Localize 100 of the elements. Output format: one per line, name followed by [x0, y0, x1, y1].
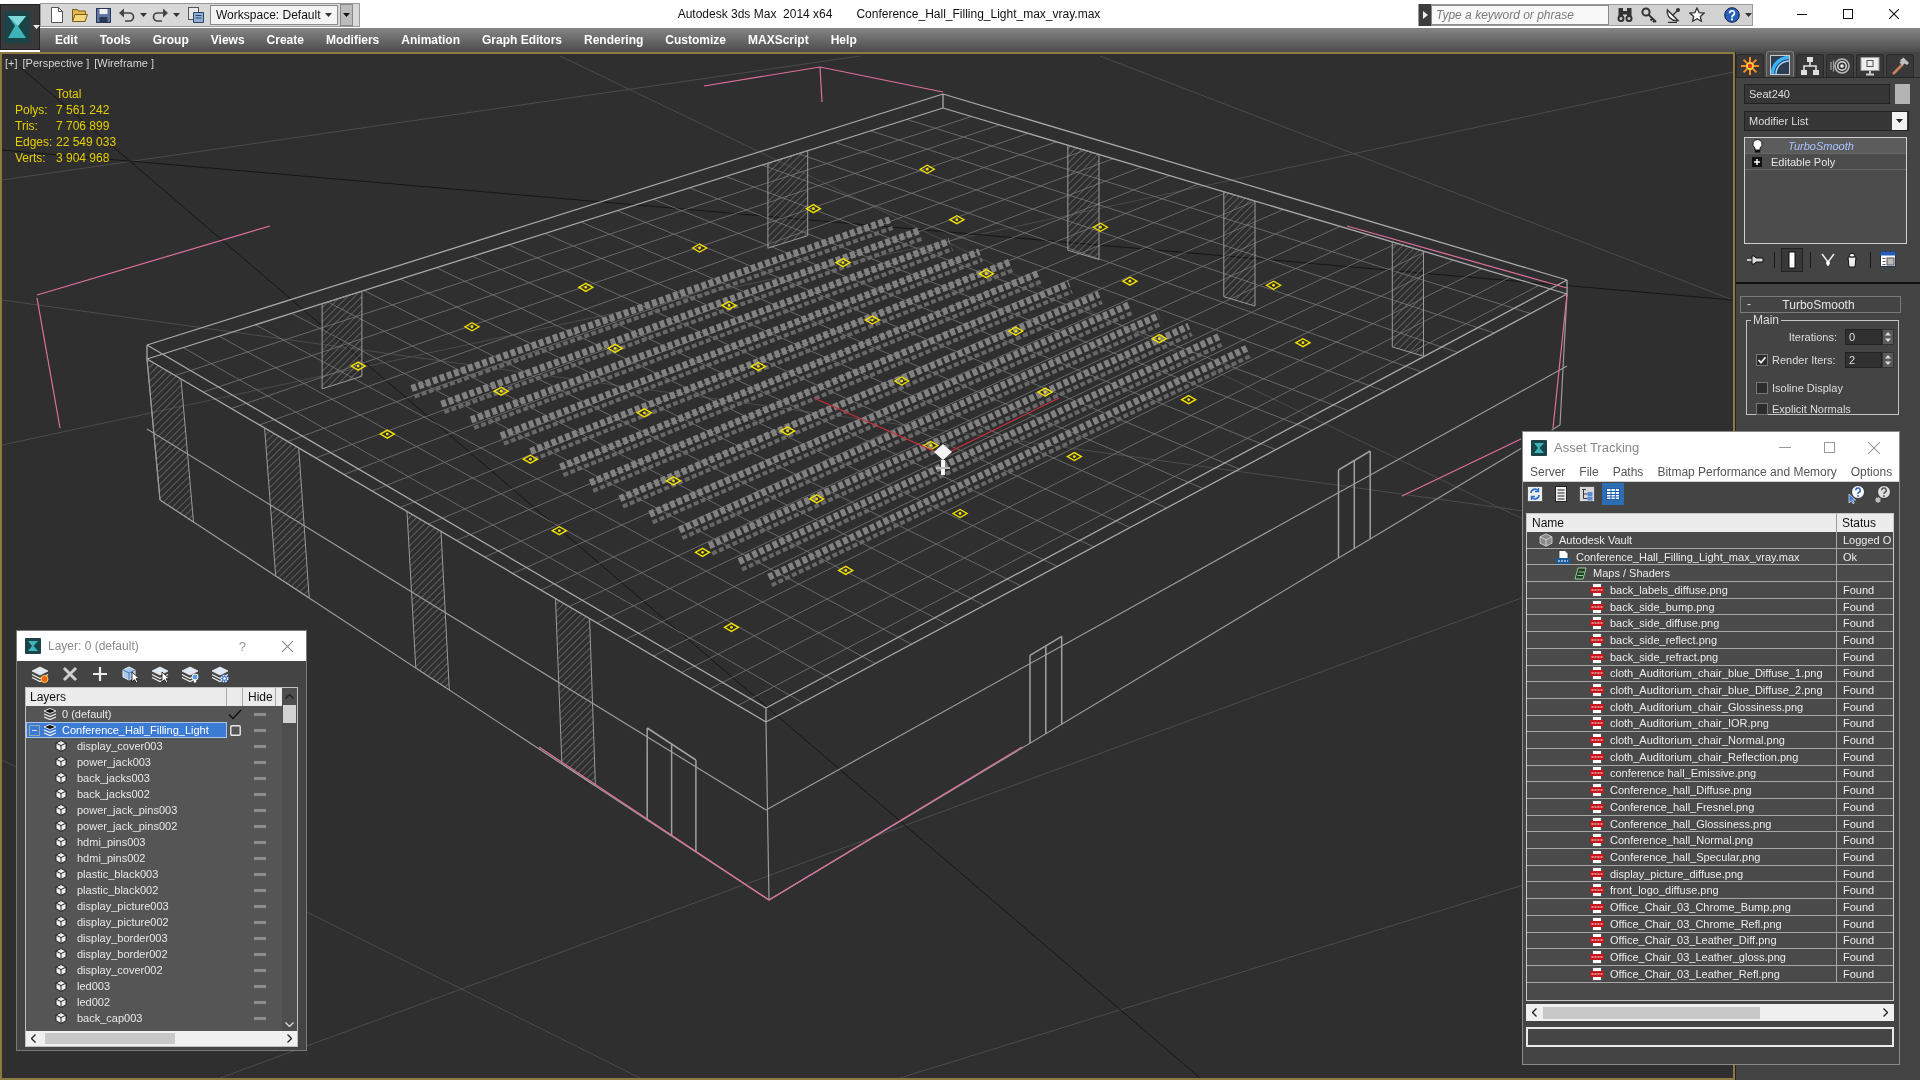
- redo-icon[interactable]: [152, 8, 168, 22]
- modifier-list-dropdown[interactable]: Modifier List: [1744, 111, 1909, 131]
- spinner-field[interactable]: 0: [1845, 329, 1882, 345]
- asset-name-cell[interactable]: back_side_diffuse.png: [1527, 615, 1837, 632]
- panel-tab[interactable]: [1766, 51, 1794, 77]
- asset-name-cell[interactable]: Autodesk Vault: [1527, 532, 1837, 548]
- asset-name-cell[interactable]: Office_Chair_03_Leather_Refl.png: [1527, 965, 1837, 982]
- chevron-right-icon[interactable]: [287, 1034, 292, 1043]
- expand-icon[interactable]: [1752, 156, 1762, 167]
- viewport-label[interactable]: [Wireframe ]: [94, 56, 155, 69]
- object-item[interactable]: hdmi_pins003: [26, 834, 227, 850]
- refresh-icon[interactable]: [1524, 483, 1546, 505]
- menu-item[interactable]: Rendering: [573, 28, 655, 52]
- key-icon[interactable]: [1641, 7, 1657, 23]
- object-item[interactable]: plastic_black002: [26, 882, 227, 898]
- asset-name-cell[interactable]: Office_Chair_03_Chrome_Refl.png: [1527, 915, 1837, 932]
- checkmark-icon[interactable]: [228, 708, 242, 720]
- asset-name-cell[interactable]: front_logo_diffuse.png: [1527, 882, 1837, 899]
- panel-tab[interactable]: [1856, 54, 1884, 77]
- column-header[interactable]: Hide: [243, 688, 276, 706]
- asset-name-cell[interactable]: cloth_Auditorium_chair_IOR.png: [1527, 715, 1837, 732]
- asset-name-cell[interactable]: Maps / Shaders: [1527, 565, 1837, 582]
- viewport-label[interactable]: [+]: [5, 56, 18, 69]
- object-item[interactable]: display_border002: [26, 946, 227, 962]
- spinner-field[interactable]: 2: [1845, 352, 1882, 368]
- asset-name-cell[interactable]: Conference_hall_Specular.png: [1527, 849, 1837, 865]
- status-field[interactable]: [1526, 1027, 1894, 1047]
- menu-item[interactable]: Animation: [390, 28, 471, 52]
- layer-item[interactable]: Conference_Hall_Filling_Light: [26, 722, 227, 738]
- open-folder-icon[interactable]: [72, 8, 88, 22]
- help-icon[interactable]: [1724, 7, 1740, 23]
- caret-icon[interactable]: [173, 13, 180, 17]
- panel-tab[interactable]: [1736, 54, 1764, 77]
- object-item[interactable]: led002: [26, 994, 227, 1010]
- help-cursor-icon[interactable]: [1846, 483, 1868, 505]
- object-item[interactable]: back_jacks002: [26, 786, 227, 802]
- object-item[interactable]: back_jacks003: [26, 770, 227, 786]
- menu-item[interactable]: Tools: [88, 28, 142, 52]
- asset-name-cell[interactable]: cloth_Auditorium_chair_blue_Diffuse_1.png: [1527, 665, 1837, 682]
- workspace-dropdown[interactable]: Workspace: Default: [210, 5, 338, 25]
- modifier-item[interactable]: TurboSmooth: [1745, 138, 1906, 154]
- transform-gizmo-icon[interactable]: [934, 444, 952, 475]
- menu-item[interactable]: Options: [1843, 463, 1900, 481]
- object-item[interactable]: display_border003: [26, 930, 227, 946]
- menu-item[interactable]: Paths: [1605, 463, 1651, 481]
- panel-tab[interactable]: [1826, 54, 1854, 77]
- layers-bulb-icon[interactable]: [181, 664, 199, 683]
- save-icon[interactable]: [96, 7, 111, 23]
- scroll-thumb[interactable]: [1543, 1006, 1760, 1019]
- object-item[interactable]: power_jack_pins002: [26, 818, 227, 834]
- chevron-down-icon[interactable]: [285, 1022, 294, 1027]
- object-item[interactable]: plastic_black003: [26, 866, 227, 882]
- table-icon[interactable]: [1602, 483, 1624, 505]
- project-folder-icon[interactable]: [188, 7, 204, 23]
- satellite-icon[interactable]: [1665, 7, 1681, 23]
- caret-icon[interactable]: [140, 13, 147, 17]
- caret-icon[interactable]: [1745, 13, 1752, 17]
- undo-icon[interactable]: [119, 8, 135, 22]
- search-field[interactable]: Type a keyword or phrase: [1431, 5, 1609, 25]
- chevron-right-icon[interactable]: [1883, 1008, 1888, 1017]
- menu-item[interactable]: Graph Editors: [470, 28, 573, 52]
- scroll-thumb[interactable]: [45, 1033, 175, 1044]
- menu-item[interactable]: Server: [1523, 463, 1573, 481]
- menu-item[interactable]: Create: [255, 28, 315, 52]
- help-gear-icon[interactable]: [1872, 483, 1894, 505]
- app-menu-button[interactable]: [0, 4, 40, 50]
- asset-name-cell[interactable]: Conference_hall_Diffuse.png: [1527, 782, 1837, 798]
- menu-item[interactable]: Views: [199, 28, 256, 52]
- color-swatch-icon[interactable]: [1895, 84, 1910, 104]
- close-icon[interactable]: [282, 640, 293, 652]
- menu-item[interactable]: Bitmap Performance and Memory: [1650, 463, 1844, 481]
- object-item[interactable]: power_jack003: [26, 754, 227, 770]
- close-icon[interactable]: [1868, 441, 1880, 454]
- object-item[interactable]: display_picture002: [26, 914, 227, 930]
- maximize-icon[interactable]: [1824, 442, 1835, 453]
- chevron-left-icon[interactable]: [31, 1034, 36, 1043]
- asset-name-cell[interactable]: Office_Chair_03_Leather_gloss.png: [1527, 949, 1837, 965]
- asset-name-cell[interactable]: cloth_Auditorium_chair_Reflection.png: [1527, 748, 1837, 765]
- checkbox[interactable]: [1756, 403, 1768, 415]
- asset-name-cell[interactable]: Conference_hall_Glossiness.png: [1527, 815, 1837, 832]
- object-item[interactable]: hdmi_pins002: [26, 850, 227, 866]
- lightbulb-icon[interactable]: [1752, 138, 1763, 153]
- menu-item[interactable]: Customize: [654, 28, 737, 52]
- checkbox[interactable]: [1756, 382, 1768, 394]
- collapse-icon[interactable]: [29, 724, 40, 736]
- spinner-arrows-icon[interactable]: [1882, 352, 1894, 368]
- asset-name-cell[interactable]: back_side_bump.png: [1527, 598, 1837, 615]
- rollout-title[interactable]: TurboSmooth: [1757, 297, 1880, 312]
- asset-name-cell[interactable]: display_picture_diffuse.png: [1527, 865, 1837, 882]
- tree-view-icon[interactable]: [1576, 483, 1598, 505]
- delete-icon[interactable]: [61, 664, 79, 683]
- bar-icon[interactable]: [1781, 248, 1803, 272]
- object-name-field[interactable]: Seat240: [1744, 84, 1890, 104]
- object-item[interactable]: led003: [26, 978, 227, 994]
- panel-tab[interactable]: [1886, 54, 1914, 77]
- object-item[interactable]: display_cover003: [26, 738, 227, 754]
- asset-name-cell[interactable]: Office_Chair_03_Chrome_Bump.png: [1527, 899, 1837, 915]
- asset-name-cell[interactable]: Conference_hall_Fresnel.png: [1527, 799, 1837, 815]
- asset-name-cell[interactable]: Office_Chair_03_Leather_Diff.png: [1527, 932, 1837, 949]
- panel-tab[interactable]: [1796, 54, 1824, 77]
